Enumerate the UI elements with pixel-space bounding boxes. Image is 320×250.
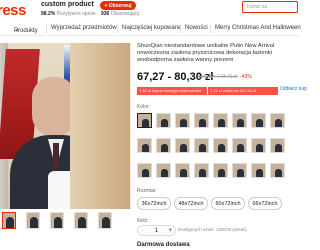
color-swatch[interactable] — [175, 138, 190, 153]
thumbnail-image[interactable] — [74, 212, 88, 229]
color-swatch[interactable] — [251, 138, 266, 153]
size-label: Rozmiar: — [137, 188, 158, 194]
product-main-image[interactable] — [0, 43, 130, 209]
color-swatch[interactable] — [232, 163, 247, 178]
color-swatch[interactable] — [270, 138, 285, 153]
store-rating-label: Pozytywne opinie — [56, 11, 96, 17]
store-rating: 98.2% Pozytywne opinie — [41, 11, 96, 17]
discount-badge: -49% — [240, 74, 252, 80]
color-swatch[interactable] — [175, 113, 190, 128]
color-swatch[interactable] — [232, 113, 247, 128]
collect-coupons-link[interactable]: Odbierz kup — [280, 86, 307, 92]
nav-item-clearance[interactable]: Wyprzedaż przedmiotów — [51, 25, 117, 31]
store-nav: Produkty ▼ Wyprzedaż przedmiotów Najczęśc… — [0, 22, 301, 36]
store-rating-value: 98.2% — [41, 11, 56, 17]
color-swatch[interactable] — [270, 163, 285, 178]
search-input[interactable]: Konar za — [242, 1, 298, 13]
color-swatch[interactable] — [232, 138, 247, 153]
coupon-discount[interactable]: 7,79 zł zniżki na 247,63 zł — [208, 87, 278, 95]
size-option-48x72[interactable]: 48x72inch — [174, 197, 208, 210]
color-swatch[interactable] — [156, 113, 171, 128]
color-swatch[interactable] — [251, 113, 266, 128]
quantity-stepper: − 1 + — [137, 225, 176, 236]
size-option-60x72[interactable]: 60x72inch — [211, 197, 245, 210]
nav-divider — [117, 25, 118, 33]
nav-item-bestsellers[interactable]: Najczęściej kupowane — [122, 25, 181, 31]
followers-count: 936 Obserwujący — [101, 11, 140, 17]
followers-label: Obserwujący — [110, 11, 140, 17]
color-swatch[interactable] — [213, 138, 228, 153]
followers-number: 936 — [101, 11, 110, 17]
thumbnail-image[interactable] — [26, 212, 40, 229]
color-swatch[interactable] — [213, 113, 228, 128]
size-option-36x72[interactable]: 36x72inch — [137, 197, 171, 210]
minus-icon[interactable]: − — [141, 228, 145, 234]
color-swatch[interactable] — [270, 113, 285, 128]
color-swatch[interactable] — [194, 138, 209, 153]
quantity-value[interactable]: 1 — [155, 228, 158, 234]
nav-item-new[interactable]: Nowości — [185, 25, 208, 31]
nav-divider — [46, 25, 47, 33]
image-divider — [130, 43, 131, 209]
thumbnail-image[interactable] — [50, 212, 64, 229]
product-old-price: 119,25 - 143,41 zł — [198, 74, 238, 80]
store-name[interactable]: custom product — [41, 1, 94, 8]
color-swatch[interactable] — [137, 163, 152, 178]
nav-divider — [180, 25, 181, 33]
nav-divider — [210, 25, 211, 33]
coupon-new-user[interactable]: 7,62 zł kupon nowego użytkownika — [137, 87, 207, 95]
color-swatch[interactable] — [213, 163, 228, 178]
thumbnail-image[interactable] — [98, 212, 112, 229]
product-title: ShunQian niestandardowe unikalne Putin N… — [137, 43, 275, 63]
thumbnail-strip — [2, 212, 132, 230]
size-option-66x72[interactable]: 66x72inch — [248, 197, 282, 210]
aliexpress-logo[interactable]: ress — [0, 2, 26, 19]
curtain-right — [70, 43, 130, 209]
thumbnail-image[interactable] — [2, 212, 16, 229]
quantity-label: Ilość: — [137, 218, 149, 224]
stock-info: Dostępnych sztuk: 100078 (sztuki) — [178, 227, 247, 232]
color-swatch[interactable] — [137, 138, 152, 153]
color-swatch[interactable] — [175, 163, 190, 178]
follow-button[interactable]: + Obserwuj — [100, 1, 136, 10]
color-swatch[interactable] — [156, 138, 171, 153]
color-swatch[interactable] — [251, 163, 266, 178]
color-label: Kolor: — [137, 104, 151, 110]
plus-icon[interactable]: + — [168, 228, 172, 234]
free-shipping-label: Darmowa dostawa — [137, 242, 190, 248]
chevron-down-icon: ▼ — [15, 28, 19, 33]
color-swatch[interactable] — [194, 163, 209, 178]
nav-item-christmas[interactable]: Merry Christmas And Halloween — [215, 25, 301, 31]
person-tie — [53, 143, 59, 171]
color-swatch[interactable] — [156, 163, 171, 178]
color-swatch[interactable] — [137, 113, 152, 128]
color-swatch[interactable] — [194, 113, 209, 128]
